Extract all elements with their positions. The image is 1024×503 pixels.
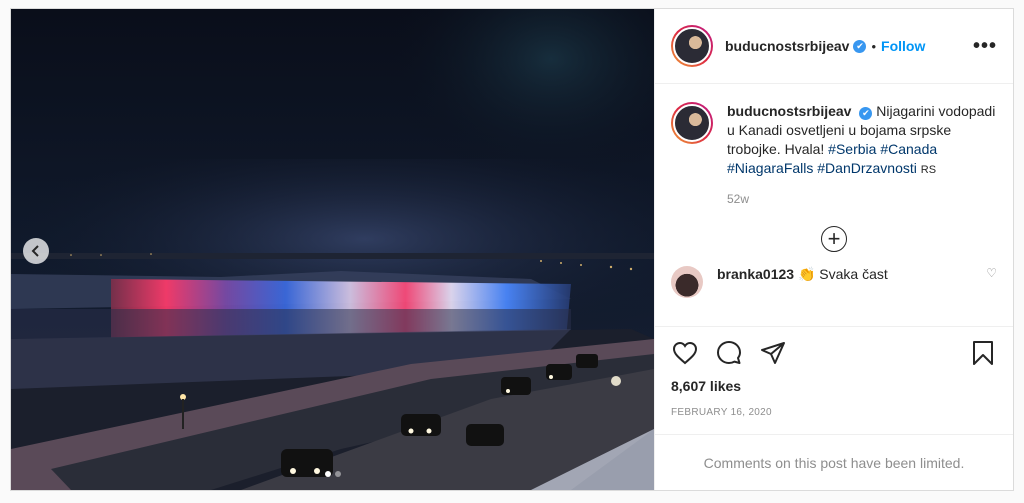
comment-like-icon[interactable]: ♡	[986, 266, 997, 298]
niagara-falls-photo	[11, 9, 654, 490]
carousel-dots	[325, 471, 341, 477]
verified-badge-icon: ✔	[859, 107, 873, 120]
send-icon	[761, 341, 785, 364]
hashtag-link[interactable]: #NiagaraFalls	[727, 160, 813, 176]
post-time[interactable]: 52w	[727, 192, 997, 206]
comment-body: Svaka čast	[819, 266, 888, 282]
follow-button[interactable]: Follow	[881, 38, 925, 54]
hashtag-link[interactable]: #Serbia	[828, 141, 876, 157]
post-date: FEBRUARY 16, 2020	[671, 407, 772, 418]
carousel-dot	[335, 471, 341, 477]
carousel-prev-button[interactable]	[23, 238, 49, 264]
avatar[interactable]	[671, 25, 713, 67]
avatar[interactable]	[671, 102, 713, 144]
more-options-icon[interactable]: •••	[973, 35, 997, 58]
carousel-dot	[325, 471, 331, 477]
comment-emoji: 👏	[797, 266, 816, 282]
username-link[interactable]: buducnostsrbijeav	[725, 38, 849, 54]
comments-limited-notice: Comments on this post have been limited.	[655, 434, 1013, 490]
post-image[interactable]	[11, 9, 654, 490]
bookmark-icon	[973, 340, 993, 365]
like-button[interactable]	[669, 337, 701, 369]
heart-icon	[672, 341, 698, 364]
instagram-post: buducnostsrbijeav ✔ • Follow ••• buducno…	[10, 8, 1014, 491]
load-more-comments-button[interactable]: +	[671, 226, 997, 252]
likes-count[interactable]: 8,607 likes	[655, 378, 1013, 394]
caption-username[interactable]: buducnostsrbijeav	[727, 103, 851, 119]
hashtag-link[interactable]: #DanDrzavnosti	[817, 160, 917, 176]
separator: •	[871, 38, 877, 54]
flag-label: RS	[920, 164, 937, 176]
caption-text: buducnostsrbijeav ✔ Nijagarini vodopadi …	[727, 102, 997, 180]
comments-section: buducnostsrbijeav ✔ Nijagarini vodopadi …	[655, 84, 1013, 326]
caption: buducnostsrbijeav ✔ Nijagarini vodopadi …	[671, 102, 997, 180]
comment-text: branka0123 👏 Svaka čast	[717, 266, 888, 298]
commenter-username[interactable]: branka0123	[717, 266, 794, 282]
commenter-avatar[interactable]	[671, 266, 703, 298]
verified-badge-icon: ✔	[853, 39, 867, 53]
comment-icon	[717, 340, 741, 364]
post-header: buducnostsrbijeav ✔ • Follow •••	[655, 9, 1013, 84]
save-button[interactable]	[967, 337, 999, 369]
hashtag-link[interactable]: #Canada	[880, 141, 937, 157]
chevron-left-icon	[31, 245, 39, 257]
post-sidebar: buducnostsrbijeav ✔ • Follow ••• buducno…	[654, 9, 1013, 490]
comment-button[interactable]	[713, 337, 745, 369]
share-button[interactable]	[757, 337, 789, 369]
plus-circle-icon: +	[821, 226, 847, 252]
action-bar	[655, 326, 1013, 378]
comment: branka0123 👏 Svaka čast ♡	[671, 252, 997, 298]
